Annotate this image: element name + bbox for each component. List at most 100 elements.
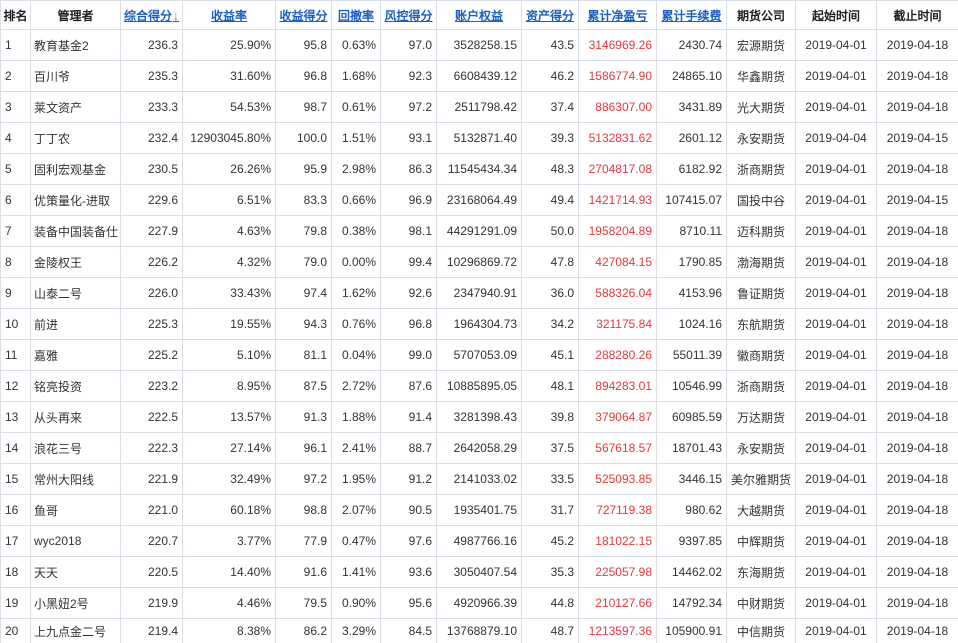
cell-asset-score: 50.0 [522, 216, 579, 246]
sort-link-composite-score[interactable]: 综合得分↓ [124, 7, 179, 24]
cell-drawdown: 0.61% [332, 92, 381, 122]
cell-end-date: 2019-04-18 [886, 348, 949, 362]
cell-fees: 24865.10 [657, 61, 727, 91]
cell-score: 222.5 [121, 402, 183, 432]
cell-fees: 3431.89 [657, 92, 727, 122]
cell-manager: 前进 [31, 309, 121, 339]
cell-score: 230.5 [121, 154, 183, 184]
cell-start-date: 2019-04-01 [796, 526, 877, 556]
cell-return-score: 97.4 [276, 278, 332, 308]
cell-return-score: 91.3 [276, 402, 332, 432]
cell-start-date: 2019-04-01 [796, 557, 877, 587]
header-cell-rank: 排名 [1, 1, 31, 29]
cell-equity: 10296869.72 [437, 247, 522, 277]
sort-link-fees[interactable]: 累计手续费 [661, 7, 721, 24]
cell-rank: 12 [1, 371, 31, 401]
cell-end-date: 2019-04-18 [886, 472, 949, 486]
cell-rank: 2 [1, 61, 31, 91]
cell-asset-score: 49.4 [522, 185, 579, 215]
cell-rank: 7 [1, 216, 31, 246]
cell-rank: 3 [1, 92, 31, 122]
cell-broker: 鲁证期货 [727, 278, 796, 308]
cell-asset-score: 47.8 [522, 247, 579, 277]
cell-rank: 6 [1, 185, 31, 215]
cell-return-rate: 5.10% [183, 340, 276, 370]
header-cell-manager: 管理者 [31, 1, 121, 29]
cell-broker: 浙商期货 [727, 154, 796, 184]
cell-broker: 渤海期货 [727, 247, 796, 277]
cell-drawdown: 0.47% [332, 526, 381, 556]
cell-asset-score: 39.3 [522, 123, 579, 153]
cell-return-score: 79.5 [276, 588, 332, 618]
cell-broker: 东海期货 [727, 557, 796, 587]
cell-rank: 18 [1, 557, 31, 587]
cell-risk-score: 92.3 [381, 61, 437, 91]
table-row: 4 丁丁农 232.4 12903045.80% 100.0 1.51% 93.1 51328… [1, 123, 958, 154]
sort-link-net-pnl[interactable]: 累计净盈亏 [587, 7, 647, 24]
sort-link-drawdown[interactable]: 回撤率 [338, 7, 374, 24]
sort-link-risk-score[interactable]: 风控得分 [384, 7, 432, 24]
cell-return-score: 95.8 [276, 30, 332, 60]
cell-rank: 20 [1, 619, 31, 643]
cell-return-rate: 25.90% [183, 30, 276, 60]
cell-equity: 1964304.73 [437, 309, 522, 339]
cell-manager: 浪花三号 [31, 433, 121, 463]
cell-broker: 大越期货 [727, 495, 796, 525]
cell-risk-score: 84.5 [381, 619, 437, 643]
header-cell-start-date: 起始时间 [796, 1, 877, 29]
cell-end-date: 2019-04-18 [886, 100, 949, 114]
sort-link-return-score[interactable]: 收益得分 [279, 7, 327, 24]
cell-drawdown: 0.66% [332, 185, 381, 215]
cell-return-score: 79.8 [276, 216, 332, 246]
cell-return-rate: 27.14% [183, 433, 276, 463]
cell-fees: 14462.02 [657, 557, 727, 587]
cell-fees: 2601.12 [657, 123, 727, 153]
cell-fees: 107415.07 [657, 185, 727, 215]
cell-net-pnl: 379064.87 [579, 402, 657, 432]
cell-return-score: 100.0 [276, 123, 332, 153]
sort-link-return-rate[interactable]: 收益率 [211, 7, 247, 24]
cell-return-rate: 4.46% [183, 588, 276, 618]
cell-return-rate: 26.26% [183, 154, 276, 184]
cell-fees: 60985.59 [657, 402, 727, 432]
cell-rank: 14 [1, 433, 31, 463]
cell-manager: 莱文资产 [31, 92, 121, 122]
header-label-broker: 期货公司 [736, 8, 785, 23]
cell-return-score: 97.2 [276, 464, 332, 494]
sort-link-equity[interactable]: 账户权益 [455, 7, 503, 24]
cell-broker: 国投中谷 [727, 185, 796, 215]
header-cell-return-score: 收益得分 [276, 1, 332, 29]
cell-manager: 固利宏观基金 [31, 154, 121, 184]
cell-rank: 8 [1, 247, 31, 277]
cell-drawdown: 1.88% [332, 402, 381, 432]
cell-manager: 山泰二号 [31, 278, 121, 308]
cell-return-rate: 60.18% [183, 495, 276, 525]
table-row: 3 莱文资产 233.3 54.53% 98.7 0.61% 97.2 2511798.42 3… [1, 92, 958, 123]
cell-end-date: 2019-04-18 [886, 565, 949, 579]
cell-asset-score: 48.3 [522, 154, 579, 184]
cell-score: 229.6 [121, 185, 183, 215]
cell-return-score: 81.1 [276, 340, 332, 370]
cell-start-date: 2019-04-01 [796, 340, 877, 370]
cell-asset-score: 37.5 [522, 433, 579, 463]
cell-equity: 13768879.10 [437, 619, 522, 643]
cell-return-rate: 12903045.80% [183, 123, 276, 153]
cell-return-score: 83.3 [276, 185, 332, 215]
cell-drawdown: 0.04% [332, 340, 381, 370]
header-cell-equity: 账户权益 [437, 1, 522, 29]
cell-risk-score: 87.6 [381, 371, 437, 401]
cell-equity: 44291291.09 [437, 216, 522, 246]
sort-link-asset-score[interactable]: 资产得分 [526, 7, 574, 24]
cell-drawdown: 3.29% [332, 619, 381, 643]
cell-start-date: 2019-04-04 [796, 123, 877, 153]
cell-return-rate: 3.77% [183, 526, 276, 556]
cell-broker: 浙商期货 [727, 371, 796, 401]
cell-asset-score: 45.1 [522, 340, 579, 370]
cell-equity: 5707053.09 [437, 340, 522, 370]
header-cell-end-date: 截止时间 [877, 1, 958, 29]
cell-net-pnl: 1213597.36 [579, 619, 657, 643]
cell-equity: 2511798.42 [437, 92, 522, 122]
cell-end-date: 2019-04-18 [886, 224, 949, 238]
cell-end-date: 2019-04-18 [886, 162, 949, 176]
cell-fees: 980.62 [657, 495, 727, 525]
